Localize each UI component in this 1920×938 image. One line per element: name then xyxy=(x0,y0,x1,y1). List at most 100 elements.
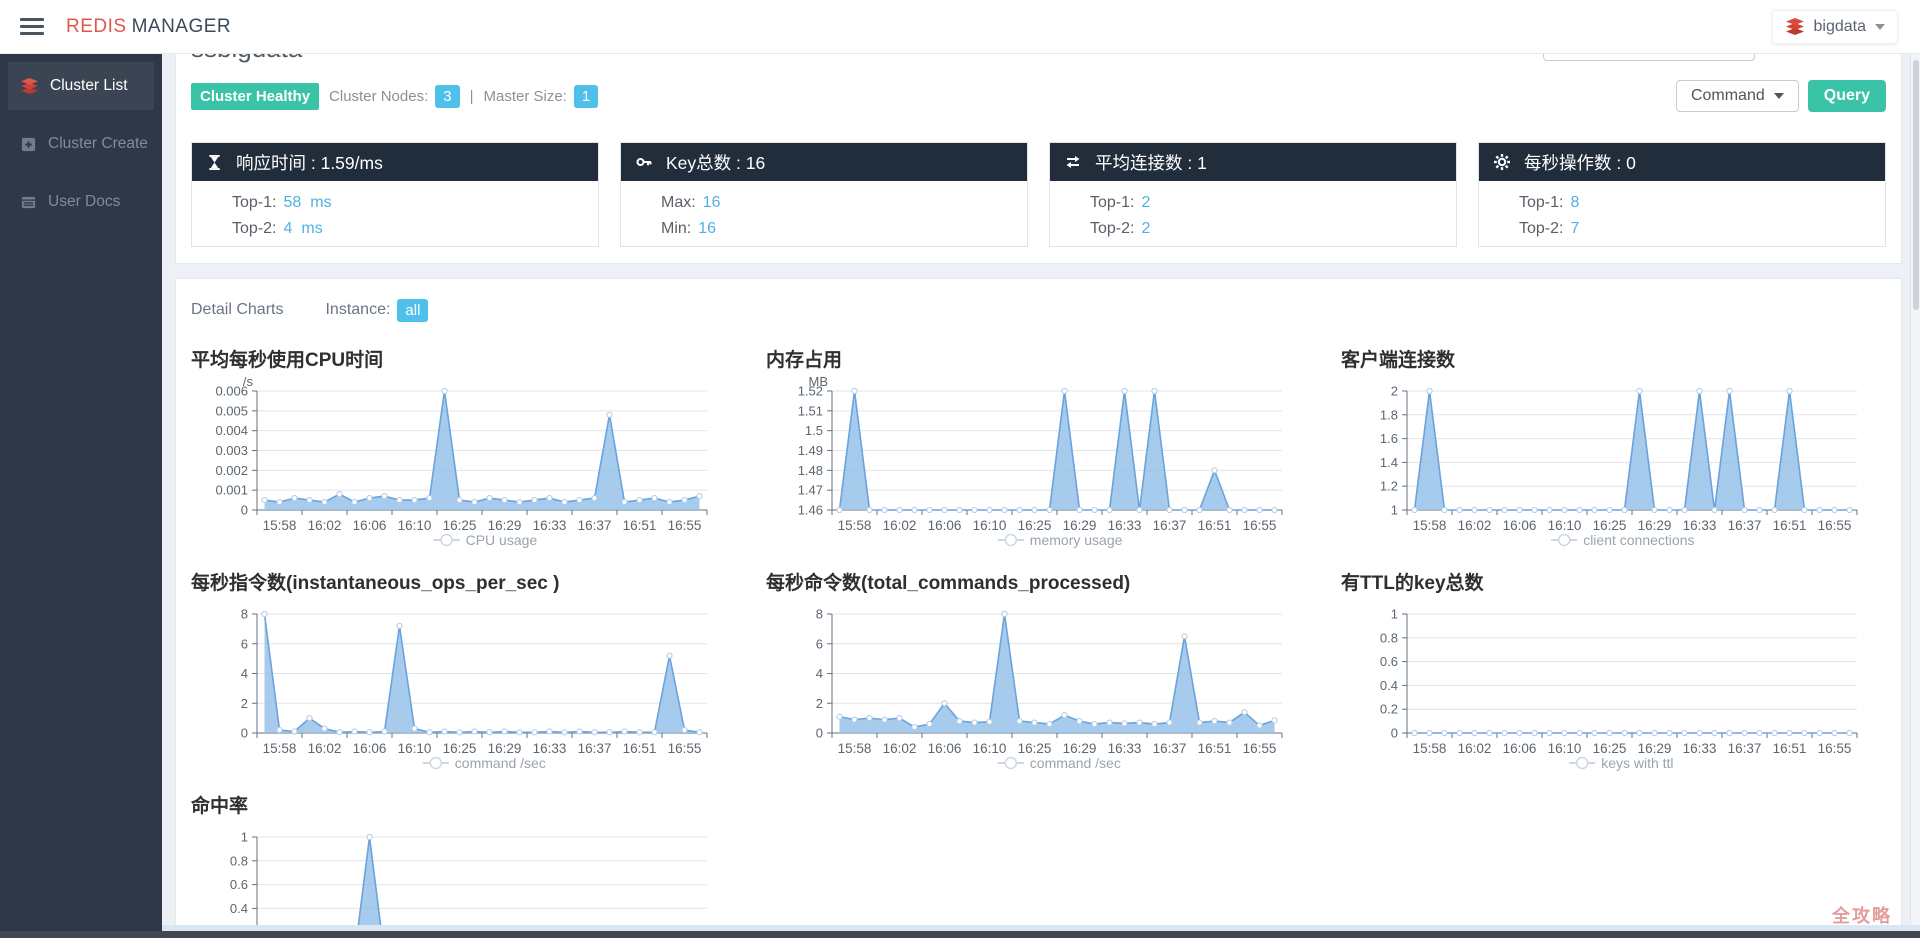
hamburger-menu-icon[interactable] xyxy=(20,14,44,39)
separator: | xyxy=(469,87,474,105)
svg-text:0.002: 0.002 xyxy=(215,463,248,478)
svg-text:keys with ttl: keys with ttl xyxy=(1601,755,1673,771)
svg-text:0: 0 xyxy=(241,503,248,518)
instance-badge: all xyxy=(397,298,429,322)
memory-usage-chart[interactable]: 1.461.471.481.491.51.511.52MB15:58 16:02 1… xyxy=(766,374,1306,553)
exchange-arrows-icon xyxy=(1066,156,1080,168)
chart-total-commands: 每秒命令数(total_commands_processed) 0 2 4 6 8 15:… xyxy=(766,568,1341,781)
vertical-scrollbar[interactable] xyxy=(1910,54,1920,938)
svg-text:16:37: 16:37 xyxy=(1728,741,1762,756)
svg-text:1.4: 1.4 xyxy=(1380,455,1398,470)
svg-text:1: 1 xyxy=(1391,607,1398,622)
svg-text:16:55: 16:55 xyxy=(1243,518,1277,533)
stat-row-label: Top-2: xyxy=(1519,220,1564,237)
stat-row-value: 7 xyxy=(1570,220,1580,237)
brand-manager: MANAGER xyxy=(131,15,232,37)
svg-text:0.6: 0.6 xyxy=(1380,654,1398,669)
stat-card-ops-per-sec: 每秒操作数 : 0 Top-1: 8 Top-2: 7 xyxy=(1478,142,1886,247)
svg-text:0.004: 0.004 xyxy=(215,423,248,438)
svg-text:16:51: 16:51 xyxy=(623,741,657,756)
command-dropdown-button[interactable]: Command xyxy=(1675,80,1799,112)
stat-row-label: Max: xyxy=(661,194,696,211)
svg-text:8: 8 xyxy=(241,607,248,622)
scrollbar-thumb[interactable] xyxy=(1913,60,1919,310)
cluster-nodes-badge: 3 xyxy=(435,84,460,108)
stat-row-label: Top-2: xyxy=(232,220,277,237)
svg-text:16:25: 16:25 xyxy=(443,741,477,756)
svg-text:1.48: 1.48 xyxy=(798,463,823,478)
plus-square-icon xyxy=(21,137,36,151)
stat-row-label: Top-1: xyxy=(1519,194,1564,211)
query-button[interactable]: Query xyxy=(1807,80,1886,112)
svg-text:0.4: 0.4 xyxy=(230,901,248,916)
main-content: ssbigdata all Time ranges Cluster Health… xyxy=(162,0,1920,938)
svg-text:16:29: 16:29 xyxy=(1063,518,1097,533)
detail-charts-panel: Detail Charts Instance: all 平均每秒使用CPU时间 … xyxy=(175,278,1902,938)
svg-text:15:58: 15:58 xyxy=(838,741,872,756)
svg-text:16:02: 16:02 xyxy=(308,741,342,756)
stat-row-label: Top-2: xyxy=(1090,220,1135,237)
stat-row-value: 2 xyxy=(1141,194,1151,211)
svg-text:16:10: 16:10 xyxy=(1548,518,1582,533)
client-connections-chart[interactable]: 1 1.2 1.4 1.6 1.8 2 15:58 16:02 16:06 16:10 16:25 1… xyxy=(1341,377,1881,553)
command-button-label: Command xyxy=(1690,87,1765,104)
stat-row-value: 16 xyxy=(698,220,717,237)
keys-with-ttl-chart[interactable]: 0 0.2 0.4 0.6 0.8 1 15:58 16:02 16:06 16:10 16:25 1… xyxy=(1341,600,1881,776)
svg-text:16:10: 16:10 xyxy=(398,518,432,533)
stat-row-label: Min: xyxy=(661,220,692,237)
cpu-usage-chart[interactable]: 00.0010.0020.0030.0040.0050.006/s15:58 16… xyxy=(191,374,731,553)
stat-row-unit: ms xyxy=(310,194,332,211)
svg-text:16:06: 16:06 xyxy=(1503,741,1537,756)
detail-charts-label: Detail Charts xyxy=(191,301,284,318)
svg-text:command /sec: command /sec xyxy=(455,755,546,771)
sidebar-item-cluster-create[interactable]: Cluster Create xyxy=(8,120,154,168)
svg-text:16:25: 16:25 xyxy=(443,518,477,533)
user-dropdown[interactable]: bigdata xyxy=(1771,9,1898,44)
chart-title: 命中率 xyxy=(191,796,249,817)
stat-card-title: 响应时间 : 1.59/ms xyxy=(236,152,383,173)
chart-title: 客户端连接数 xyxy=(1341,350,1456,371)
chart-title: 内存占用 xyxy=(766,350,843,371)
svg-text:15:58: 15:58 xyxy=(1413,518,1447,533)
svg-text:8: 8 xyxy=(816,607,823,622)
stat-card-title: Key总数 : 16 xyxy=(666,152,766,173)
chart-title: 有TTL的key总数 xyxy=(1341,573,1484,594)
svg-text:4: 4 xyxy=(816,666,823,681)
chevron-down-icon xyxy=(1773,93,1784,99)
svg-text:0.4: 0.4 xyxy=(1380,678,1398,693)
hit-rate-chart[interactable]: 00.20.40.60.8115:5816:0216:0616:1016:251… xyxy=(191,823,731,938)
redis-logo-icon xyxy=(21,77,38,94)
total-commands-chart[interactable]: 0 2 4 6 8 15:58 16:02 16:06 16:10 16:25 16:29 16:33… xyxy=(766,600,1306,776)
svg-text:16:55: 16:55 xyxy=(1818,518,1852,533)
svg-text:/s: /s xyxy=(243,377,254,389)
svg-text:client connections: client connections xyxy=(1583,532,1694,548)
svg-text:16:10: 16:10 xyxy=(398,741,432,756)
chart-title: 每秒命令数(total_commands_processed) xyxy=(766,573,1131,594)
svg-text:16:55: 16:55 xyxy=(668,518,702,533)
instantaneous-ops-chart[interactable]: 0 2 4 6 8 15:58 16:02 16:06 16:10 16:25 16:29 16:33… xyxy=(191,600,731,776)
watermark: 全攻略 xyxy=(1832,906,1892,926)
sidebar-item-user-docs[interactable]: User Docs xyxy=(8,178,154,226)
svg-text:16:29: 16:29 xyxy=(488,518,522,533)
svg-text:16:55: 16:55 xyxy=(1818,741,1852,756)
svg-text:0.001: 0.001 xyxy=(215,483,248,498)
stat-row-value: 16 xyxy=(702,194,721,211)
svg-text:16:33: 16:33 xyxy=(1683,741,1717,756)
svg-text:16:51: 16:51 xyxy=(1198,741,1232,756)
user-name: bigdata xyxy=(1813,17,1867,35)
svg-text:16:02: 16:02 xyxy=(883,741,917,756)
chart-client-connections: 客户端连接数 1 1.2 1.4 1.6 1.8 2 15:58 16:02 16:06 16:1… xyxy=(1341,345,1916,558)
svg-text:15:58: 15:58 xyxy=(838,518,872,533)
svg-text:1: 1 xyxy=(1391,503,1398,518)
svg-text:16:33: 16:33 xyxy=(533,741,567,756)
svg-text:16:29: 16:29 xyxy=(1063,741,1097,756)
svg-text:16:37: 16:37 xyxy=(578,518,612,533)
svg-text:16:37: 16:37 xyxy=(1153,518,1187,533)
brand-redis: REDIS xyxy=(66,15,127,37)
hourglass-icon xyxy=(209,154,220,170)
sidebar-item-cluster-list[interactable]: Cluster List xyxy=(8,62,154,110)
svg-text:2: 2 xyxy=(1391,384,1398,399)
svg-text:16:25: 16:25 xyxy=(1018,741,1052,756)
svg-text:16:02: 16:02 xyxy=(1458,741,1492,756)
svg-text:16:06: 16:06 xyxy=(1503,518,1537,533)
